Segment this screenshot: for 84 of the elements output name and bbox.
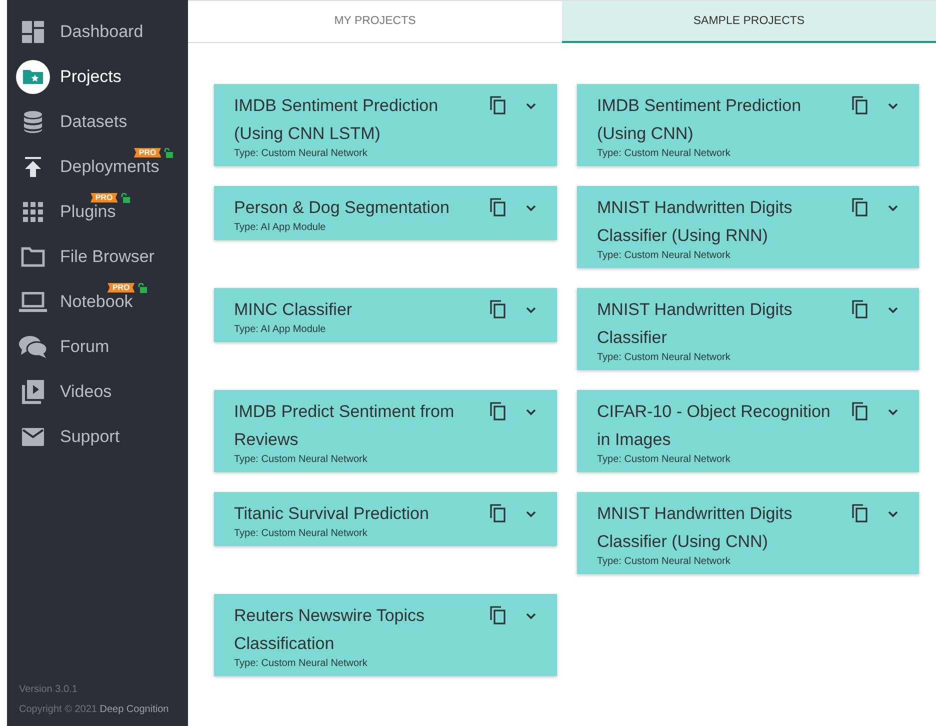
mail-icon xyxy=(22,428,44,446)
copyright-text: Copyright © 2021 Deep Cognition xyxy=(19,703,170,717)
chevron-down-icon[interactable] xyxy=(887,204,899,212)
project-card[interactable]: IMDB Sentiment Prediction (Using CNN LSTM) Type: Custom Neural Network xyxy=(214,84,557,166)
sidebar-item[interactable]: Projects xyxy=(7,54,188,99)
copy-icon[interactable] xyxy=(490,504,506,523)
pro-badge: PRO xyxy=(90,192,118,202)
dashboard-icon xyxy=(22,20,44,42)
chevron-down-icon[interactable] xyxy=(525,306,537,314)
sidebar-item[interactable]: File Browser xyxy=(7,234,188,279)
copy-icon[interactable] xyxy=(490,402,506,421)
video-library-icon xyxy=(22,380,44,404)
project-card[interactable]: MNIST Handwritten Digits Classifier (Using RNN) Type: Custom Neural Network xyxy=(577,186,919,268)
project-title: IMDB Predict Sentiment from Reviews xyxy=(234,401,456,451)
project-card[interactable]: Person & Dog Segmentation Type: AI App Module xyxy=(214,186,557,240)
project-title: IMDB Sentiment Prediction (Using CNN) xyxy=(597,95,802,145)
unlock-icon xyxy=(120,192,130,202)
chat-icon xyxy=(19,334,47,358)
sidebar-item[interactable]: Dashboard xyxy=(7,9,188,54)
project-card[interactable]: MNIST Handwritten Digits Classifier (Using CNN) Type: Custom Neural Network xyxy=(577,492,919,574)
project-card[interactable]: Reuters Newswire Topics Classification Type: Custom Neural Network xyxy=(214,594,557,676)
chevron-down-icon[interactable] xyxy=(887,102,899,110)
project-type: Type: Custom Neural Network xyxy=(597,250,732,262)
project-type: Type: Custom Neural Network xyxy=(234,454,368,466)
project-title: MNIST Handwritten Digits Classifier (Using RNN) xyxy=(597,197,794,247)
unlock-icon xyxy=(164,148,174,158)
sidebar-item[interactable]: Datasets xyxy=(7,99,188,144)
project-title: CIFAR-10 - Object Recognition in Images xyxy=(597,401,832,451)
project-title: Person & Dog Segmentation xyxy=(234,197,450,219)
chevron-down-icon[interactable] xyxy=(887,306,899,314)
folder-icon xyxy=(21,246,45,266)
laptop-icon xyxy=(19,292,47,312)
project-title: MINC Classifier xyxy=(234,299,354,321)
project-title: MNIST Handwritten Digits Classifier (Using CNN) xyxy=(597,503,794,553)
version-text: Version 3.0.1 xyxy=(19,683,78,697)
pro-badge: PRO xyxy=(134,148,162,158)
project-title: Titanic Survival Prediction xyxy=(234,503,430,525)
sidebar-item[interactable]: PRO Notebook xyxy=(7,279,188,324)
project-type: Type: Custom Neural Network xyxy=(234,528,368,540)
sidebar-item[interactable]: Videos xyxy=(7,369,188,414)
database-icon xyxy=(23,110,43,132)
project-type: Type: AI App Module xyxy=(234,222,327,234)
sidebar-item[interactable]: PRO Plugins xyxy=(7,189,188,234)
tab[interactable]: SAMPLE PROJECTS xyxy=(562,1,936,43)
project-card[interactable]: Titanic Survival Prediction Type: Custom Neural Network xyxy=(214,492,557,546)
chevron-down-icon[interactable] xyxy=(887,510,899,518)
tab[interactable]: MY PROJECTS xyxy=(188,1,562,43)
project-title: IMDB Sentiment Prediction (Using CNN LSTM) xyxy=(234,95,440,145)
copy-icon[interactable] xyxy=(490,96,506,115)
project-type: Type: Custom Neural Network xyxy=(234,658,368,670)
project-type: Type: Custom Neural Network xyxy=(597,148,732,160)
grid-icon xyxy=(23,202,43,222)
project-type: Type: AI App Module xyxy=(234,324,327,336)
pro-badge: PRO xyxy=(107,282,135,292)
upload-icon xyxy=(24,156,42,176)
copy-icon[interactable] xyxy=(852,402,868,421)
copy-icon[interactable] xyxy=(852,504,868,523)
chevron-down-icon[interactable] xyxy=(525,204,537,212)
sidebar-item[interactable]: Forum xyxy=(7,324,188,369)
chevron-down-icon[interactable] xyxy=(525,612,537,620)
chevron-down-icon[interactable] xyxy=(887,408,899,416)
copy-icon[interactable] xyxy=(490,198,506,217)
sidebar-item[interactable]: PRO Deployments xyxy=(7,144,188,189)
project-card[interactable]: MINC Classifier Type: AI App Module xyxy=(214,288,557,342)
project-card[interactable]: CIFAR-10 - Object Recognition in Images Type: Custom Neural Network xyxy=(577,390,919,472)
copy-icon[interactable] xyxy=(490,606,506,625)
project-type: Type: Custom Neural Network xyxy=(597,352,732,364)
copy-icon[interactable] xyxy=(852,300,868,319)
project-card[interactable]: IMDB Sentiment Prediction (Using CNN) Type: Custom Neural Network xyxy=(577,84,919,166)
project-title: Reuters Newswire Topics Classification xyxy=(234,605,426,655)
project-type: Type: Custom Neural Network xyxy=(234,148,368,160)
copy-icon[interactable] xyxy=(490,300,506,319)
project-card[interactable]: IMDB Predict Sentiment from Reviews Type: Custom Neural Network xyxy=(214,390,557,472)
project-type: Type: Custom Neural Network xyxy=(597,556,732,568)
sidebar-item[interactable]: Support xyxy=(7,414,188,459)
copy-icon[interactable] xyxy=(852,198,868,217)
copy-icon[interactable] xyxy=(852,96,868,115)
unlock-icon xyxy=(138,282,147,292)
chevron-down-icon[interactable] xyxy=(525,102,537,110)
chevron-down-icon[interactable] xyxy=(525,408,537,416)
project-title: MNIST Handwritten Digits Classifier xyxy=(597,299,794,349)
project-type: Type: Custom Neural Network xyxy=(597,454,732,466)
chevron-down-icon[interactable] xyxy=(525,510,537,518)
project-card[interactable]: MNIST Handwritten Digits Classifier Type: Custom Neural Network xyxy=(577,288,919,370)
